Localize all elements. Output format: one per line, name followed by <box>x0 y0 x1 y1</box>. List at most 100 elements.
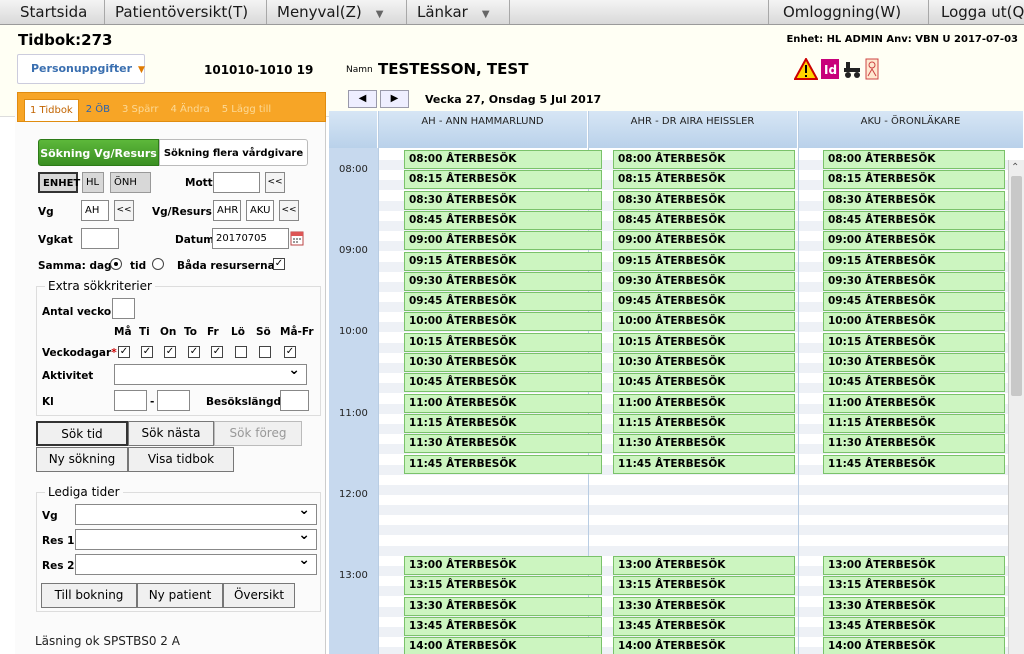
appointment-slot[interactable]: 13:30 ÅTERBESÖK <box>823 596 1005 616</box>
kl-to-input[interactable] <box>157 390 190 411</box>
appointment-slot[interactable]: 11:45 ÅTERBESÖK <box>613 454 795 474</box>
besok-input[interactable] <box>280 390 309 411</box>
appointment-slot[interactable]: 10:15 ÅTERBESÖK <box>823 332 1005 352</box>
appointment-slot[interactable]: 14:00 ÅTERBESÖK <box>613 637 795 654</box>
ny-sokning-button[interactable]: Ny sökning <box>36 447 128 472</box>
search-multi-button[interactable]: Sökning flera vårdgivare <box>159 139 308 166</box>
appointment-slot[interactable]: 11:00 ÅTERBESÖK <box>404 393 602 413</box>
appointment-slot[interactable]: 08:00 ÅTERBESÖK <box>823 150 1005 169</box>
menu-lankar[interactable]: Länkar ▼ <box>407 0 510 24</box>
scroll-up-icon[interactable]: ⌃ <box>1011 162 1019 173</box>
appointment-slot[interactable]: 08:15 ÅTERBESÖK <box>613 170 795 190</box>
appointment-slot[interactable]: 11:30 ÅTERBESÖK <box>404 434 602 454</box>
menu-omloggning[interactable]: Omloggning(W) <box>768 0 929 24</box>
vgres-input-1[interactable]: AHR <box>213 200 241 221</box>
till-bokning-button[interactable]: Till bokning <box>41 583 137 608</box>
appointment-slot[interactable]: 11:00 ÅTERBESÖK <box>613 393 795 413</box>
sok-nasta-button[interactable]: Sök nästa <box>128 421 214 446</box>
tab-tidbok[interactable]: 1 Tidbok <box>24 99 79 121</box>
appointment-slot[interactable]: 08:45 ÅTERBESÖK <box>404 210 602 230</box>
appointment-slot[interactable]: 11:00 ÅTERBESÖK <box>823 393 1005 413</box>
checkbox-on[interactable]: ✓ <box>164 346 176 358</box>
appointment-slot[interactable]: 09:00 ÅTERBESÖK <box>823 231 1005 251</box>
appointment-slot[interactable]: 09:00 ÅTERBESÖK <box>613 231 795 251</box>
vg-lookup-button[interactable]: << <box>114 200 134 221</box>
appointment-slot[interactable]: 13:30 ÅTERBESÖK <box>404 596 602 616</box>
aktivitet-select[interactable] <box>114 362 307 385</box>
sok-tid-button[interactable]: Sök tid <box>36 421 128 446</box>
appointment-slot[interactable]: 10:30 ÅTERBESÖK <box>404 353 602 372</box>
radio-tid[interactable] <box>152 258 164 270</box>
appointment-slot[interactable]: 10:15 ÅTERBESÖK <box>404 332 602 352</box>
checkbox-lo[interactable] <box>235 346 247 358</box>
appointment-slot[interactable]: 08:30 ÅTERBESÖK <box>823 190 1005 210</box>
checkbox-ti[interactable]: ✓ <box>141 346 153 358</box>
lediga-vg-select[interactable] <box>75 502 317 525</box>
appointment-slot[interactable]: 09:15 ÅTERBESÖK <box>823 251 1005 271</box>
id-icon[interactable]: Id <box>820 58 840 80</box>
checkbox-fr[interactable]: ✓ <box>211 346 223 358</box>
menu-logga-ut[interactable]: Logga ut(Q <box>929 0 1024 24</box>
appointment-slot[interactable]: 13:45 ÅTERBESÖK <box>613 616 795 636</box>
appointment-slot[interactable]: 09:15 ÅTERBESÖK <box>404 251 602 271</box>
checkbox-ma[interactable]: ✓ <box>118 346 130 358</box>
appointment-slot[interactable]: 11:15 ÅTERBESÖK <box>613 413 795 433</box>
tab-andra[interactable]: 4 Ändra <box>165 99 214 121</box>
appointment-slot[interactable]: 10:45 ÅTERBESÖK <box>823 373 1005 393</box>
menu-startsida[interactable]: Startsida <box>0 0 105 24</box>
datum-input[interactable]: 20170705 <box>212 228 289 249</box>
appointment-slot[interactable]: 13:15 ÅTERBESÖK <box>404 576 602 596</box>
appointment-slot[interactable]: 08:15 ÅTERBESÖK <box>404 170 602 190</box>
appointment-slot[interactable]: 08:45 ÅTERBESÖK <box>613 210 795 230</box>
appointment-slot[interactable]: 09:45 ÅTERBESÖK <box>404 292 602 312</box>
appointment-slot[interactable]: 09:30 ÅTERBESÖK <box>404 271 602 291</box>
ny-patient-button[interactable]: Ny patient <box>137 583 223 608</box>
menu-patientoversikt[interactable]: Patientöversikt(T) <box>105 0 267 24</box>
radio-dag[interactable] <box>110 258 122 270</box>
appointment-slot[interactable]: 09:30 ÅTERBESÖK <box>823 271 1005 291</box>
appointment-slot[interactable]: 08:45 ÅTERBESÖK <box>823 210 1005 230</box>
vgres-input-2[interactable]: AKU <box>246 200 274 221</box>
appointment-slot[interactable]: 08:00 ÅTERBESÖK <box>613 150 795 169</box>
scrollbar-thumb[interactable] <box>1011 176 1022 396</box>
appointment-slot[interactable]: 10:00 ÅTERBESÖK <box>613 312 795 332</box>
appointment-slot[interactable]: 09:45 ÅTERBESÖK <box>613 292 795 312</box>
appointment-slot[interactable]: 09:00 ÅTERBESÖK <box>404 231 602 251</box>
appointment-slot[interactable]: 13:00 ÅTERBESÖK <box>823 556 1005 575</box>
search-vg-button[interactable]: Sökning Vg/Resurs <box>38 139 159 166</box>
vg-input[interactable]: AH <box>81 200 109 221</box>
visa-tidbok-button[interactable]: Visa tidbok <box>128 447 234 472</box>
calendar-icon[interactable] <box>290 230 304 246</box>
appointment-slot[interactable]: 09:30 ÅTERBESÖK <box>613 271 795 291</box>
appointment-slot[interactable]: 11:15 ÅTERBESÖK <box>404 413 602 433</box>
checkbox-mafr[interactable]: ✓ <box>284 346 296 358</box>
patient-icon[interactable] <box>864 58 880 80</box>
tab-sparr[interactable]: 3 Spärr <box>117 99 163 121</box>
personuppgifter-button[interactable]: Personuppgifter ▼ <box>17 54 145 84</box>
appointment-slot[interactable]: 08:00 ÅTERBESÖK <box>404 150 602 169</box>
appointment-slot[interactable]: 13:45 ÅTERBESÖK <box>404 616 602 636</box>
appointment-slot[interactable]: 10:00 ÅTERBESÖK <box>823 312 1005 332</box>
appointment-slot[interactable]: 14:00 ÅTERBESÖK <box>823 637 1005 654</box>
sok-foreg-button[interactable]: Sök föreg <box>214 421 302 446</box>
appointment-slot[interactable]: 11:45 ÅTERBESÖK <box>823 454 1005 474</box>
calendar-scrollbar[interactable]: ⌃ <box>1008 160 1024 654</box>
prev-week-button[interactable]: ◀ <box>348 90 377 108</box>
appointment-slot[interactable]: 13:00 ÅTERBESÖK <box>404 556 602 575</box>
appointment-slot[interactable]: 13:15 ÅTERBESÖK <box>823 576 1005 596</box>
appointment-slot[interactable]: 11:45 ÅTERBESÖK <box>404 454 602 474</box>
appointment-slot[interactable]: 09:45 ÅTERBESÖK <box>823 292 1005 312</box>
appointment-slot[interactable]: 10:15 ÅTERBESÖK <box>613 332 795 352</box>
appointment-slot[interactable]: 08:30 ÅTERBESÖK <box>404 190 602 210</box>
menu-menyval[interactable]: Menyval(Z) ▼ <box>267 0 407 24</box>
checkbox-to[interactable]: ✓ <box>188 346 200 358</box>
wheelchair-icon[interactable] <box>842 58 862 80</box>
enhet-field[interactable]: ENHET <box>38 172 80 193</box>
appointment-slot[interactable]: 11:30 ÅTERBESÖK <box>613 434 795 454</box>
appointment-slot[interactable]: 08:30 ÅTERBESÖK <box>613 190 795 210</box>
kl-from-input[interactable] <box>114 390 147 411</box>
lediga-res2-select[interactable] <box>75 552 317 575</box>
appointment-slot[interactable]: 13:30 ÅTERBESÖK <box>613 596 795 616</box>
checkbox-bada[interactable]: ✓ <box>273 258 285 270</box>
warning-icon[interactable] <box>794 58 818 80</box>
